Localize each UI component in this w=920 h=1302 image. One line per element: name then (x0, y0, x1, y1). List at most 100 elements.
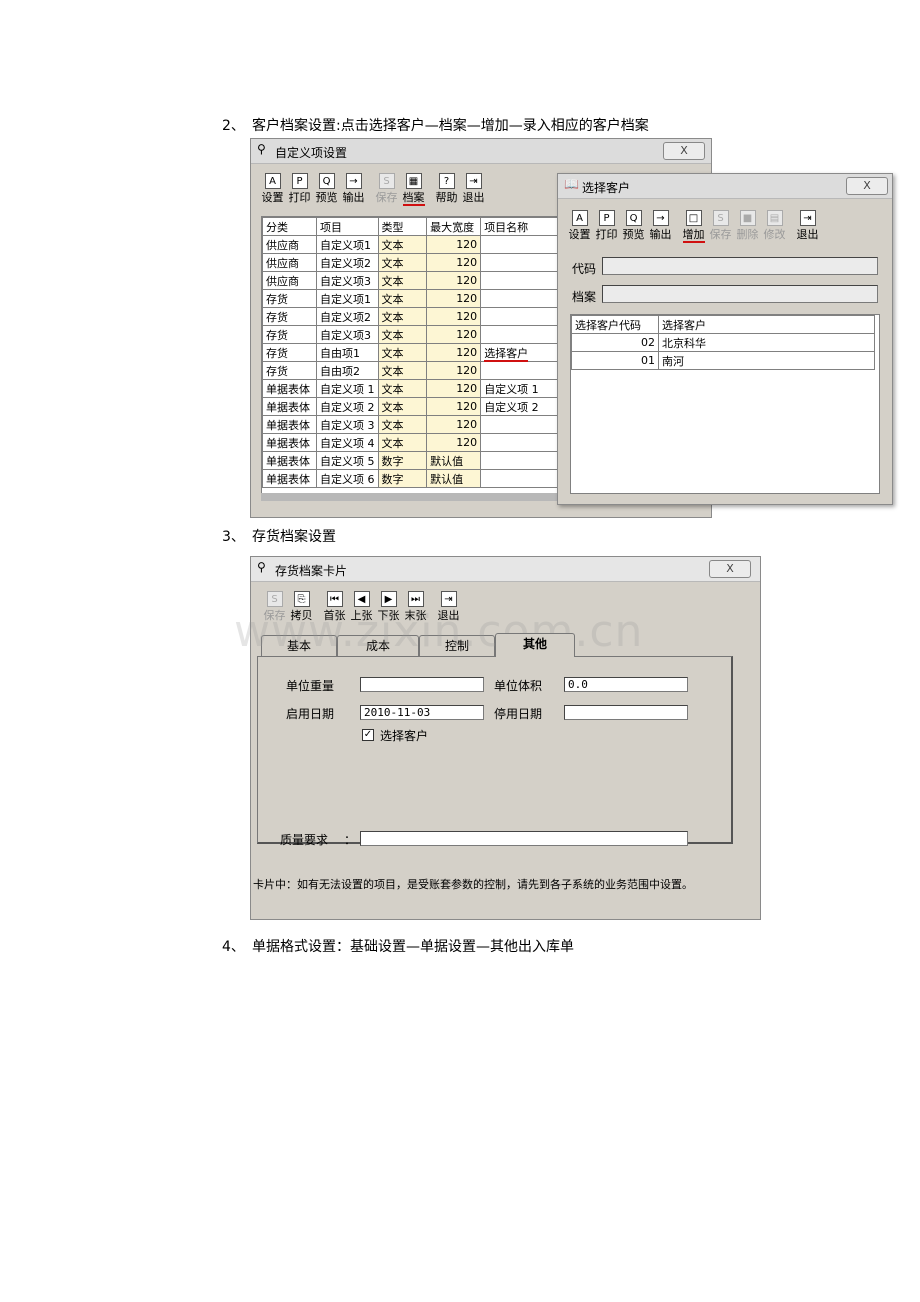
table-row[interactable]: 单据表体 自定义项 3 文本 120 (262, 415, 562, 434)
table-cell[interactable]: 自定义项 2 (480, 397, 562, 416)
table-cell[interactable]: 自定义项1 (316, 235, 379, 254)
table-cell[interactable]: 自定义项 4 (316, 433, 379, 452)
table-row[interactable]: 供应商 自定义项1 文本 120 (262, 235, 562, 254)
table-cell[interactable]: 01 (571, 351, 659, 370)
table-cell[interactable]: 选择客户 (480, 343, 562, 362)
table-cell[interactable]: 单据表体 (262, 397, 318, 416)
toolbar-export-button[interactable]: → 输出 (647, 210, 674, 243)
table-cell[interactable]: 自定义项3 (316, 271, 379, 290)
table-cell[interactable] (480, 289, 562, 308)
table-cell[interactable]: 单据表体 (262, 469, 318, 488)
table-row[interactable]: 单据表体 自定义项 5 数字 默认值 (262, 451, 562, 470)
table-cell[interactable]: 默认值 (426, 469, 482, 488)
table-row[interactable]: 单据表体 自定义项 6 数字 默认值 (262, 469, 562, 488)
table-cell[interactable]: 自定义项 5 (316, 451, 379, 470)
table-cell[interactable]: 自定义项 6 (316, 469, 379, 488)
table-cell[interactable] (480, 415, 562, 434)
table-cell[interactable]: 自定义项 1 (480, 379, 562, 398)
close-button[interactable]: X (709, 560, 751, 578)
table-cell[interactable]: 文本 (377, 325, 428, 344)
toolbar-save-button[interactable]: S 保存 (707, 210, 734, 243)
table-cell[interactable]: 120 (426, 361, 482, 380)
table-cell[interactable]: 文本 (377, 415, 428, 434)
toolbar-exit-button[interactable]: ⇥ 退出 (794, 210, 821, 243)
table-cell[interactable]: 存货 (262, 361, 318, 380)
column-header[interactable]: 项目 (316, 217, 379, 236)
table-cell[interactable]: 120 (426, 271, 482, 290)
code-field[interactable] (602, 257, 878, 275)
toolbar-settings-button[interactable]: A 设置 (566, 210, 593, 243)
table-cell[interactable]: 单据表体 (262, 451, 318, 470)
table-cell[interactable]: 120 (426, 253, 482, 272)
table-row[interactable]: 存货 自定义项3 文本 120 (262, 325, 562, 344)
table-cell[interactable]: 单据表体 (262, 433, 318, 452)
table-cell[interactable]: 存货 (262, 289, 318, 308)
table-cell[interactable] (480, 271, 562, 290)
table-cell[interactable] (480, 451, 562, 470)
table-cell[interactable]: 数字 (377, 451, 428, 470)
table-cell[interactable] (480, 469, 562, 488)
toolbar-archive-button[interactable]: ▦ 档案 (400, 173, 427, 206)
table-row[interactable]: 供应商 自定义项3 文本 120 (262, 271, 562, 290)
toolbar-help-button[interactable]: ? 帮助 (433, 173, 460, 206)
table-row[interactable]: 供应商 自定义项2 文本 120 (262, 253, 562, 272)
toolbar-export-button[interactable]: → 输出 (340, 173, 367, 206)
table-cell[interactable]: 120 (426, 433, 482, 452)
toolbar-add-button[interactable]: □ 增加 (680, 210, 707, 243)
table-cell[interactable]: 供应商 (262, 235, 318, 254)
column-header[interactable]: 类型 (377, 217, 428, 236)
table-cell[interactable]: 文本 (377, 397, 428, 416)
table-cell[interactable]: 存货 (262, 307, 318, 326)
table-cell[interactable]: 文本 (377, 361, 428, 380)
table-cell[interactable]: 02 (571, 333, 659, 352)
table-cell[interactable]: 文本 (377, 289, 428, 308)
table-cell[interactable]: 单据表体 (262, 415, 318, 434)
unit-volume-field[interactable]: 0.0 (564, 677, 688, 692)
table-cell[interactable]: 文本 (377, 343, 428, 362)
table-cell[interactable]: 自定义项 3 (316, 415, 379, 434)
table-row[interactable]: 单据表体 自定义项 1 文本 120 自定义项 1 (262, 379, 562, 398)
toolbar-preview-button[interactable]: Q 预览 (620, 210, 647, 243)
table-cell[interactable]: 文本 (377, 433, 428, 452)
table-cell[interactable]: 自定义项3 (316, 325, 379, 344)
close-button[interactable]: X (663, 142, 705, 160)
start-date-field[interactable]: 2010-11-03 (360, 705, 484, 720)
table-row[interactable]: 存货 自定义项2 文本 120 (262, 307, 562, 326)
archive-field[interactable] (602, 285, 878, 303)
table-cell[interactable]: 120 (426, 343, 482, 362)
unit-weight-field[interactable] (360, 677, 484, 692)
table-cell[interactable]: 120 (426, 325, 482, 344)
table-cell[interactable] (480, 235, 562, 254)
column-header[interactable]: 分类 (262, 217, 318, 236)
table-cell[interactable] (480, 253, 562, 272)
toolbar-settings-button[interactable]: A 设置 (259, 173, 286, 206)
table-row[interactable]: 02 北京科华 (571, 333, 875, 352)
table-row[interactable]: 01 南河 (571, 351, 875, 370)
table-cell[interactable]: 120 (426, 379, 482, 398)
table-cell[interactable]: 供应商 (262, 271, 318, 290)
table-cell[interactable]: 自定义项1 (316, 289, 379, 308)
table-cell[interactable]: 数字 (377, 469, 428, 488)
table-row[interactable]: 存货 自定义项1 文本 120 (262, 289, 562, 308)
table-cell[interactable]: 120 (426, 397, 482, 416)
table-cell[interactable]: 文本 (377, 253, 428, 272)
close-button[interactable]: X (846, 177, 888, 195)
table-row[interactable]: 单据表体 自定义项 4 文本 120 (262, 433, 562, 452)
table-cell[interactable]: 存货 (262, 343, 318, 362)
table-cell[interactable] (480, 325, 562, 344)
table-cell[interactable] (480, 307, 562, 326)
table-cell[interactable]: 120 (426, 307, 482, 326)
table-cell[interactable]: 单据表体 (262, 379, 318, 398)
table-cell[interactable]: 自定义项 1 (316, 379, 379, 398)
table-cell[interactable]: 北京科华 (658, 333, 875, 352)
table-cell[interactable] (480, 361, 562, 380)
tab-other[interactable]: 其他 (495, 633, 575, 657)
table-cell[interactable]: 自定义项 2 (316, 397, 379, 416)
column-header[interactable]: 选择客户代码 (571, 315, 659, 334)
table-cell[interactable]: 文本 (377, 271, 428, 290)
table-row[interactable]: 存货 自由项1 文本 120 选择客户 (262, 343, 562, 362)
table-cell[interactable]: 自由项1 (316, 343, 379, 362)
table-cell[interactable]: 文本 (377, 307, 428, 326)
select-customer-checkbox[interactable]: ✓ (362, 729, 374, 741)
toolbar-exit-button[interactable]: ⇥ 退出 (460, 173, 487, 206)
